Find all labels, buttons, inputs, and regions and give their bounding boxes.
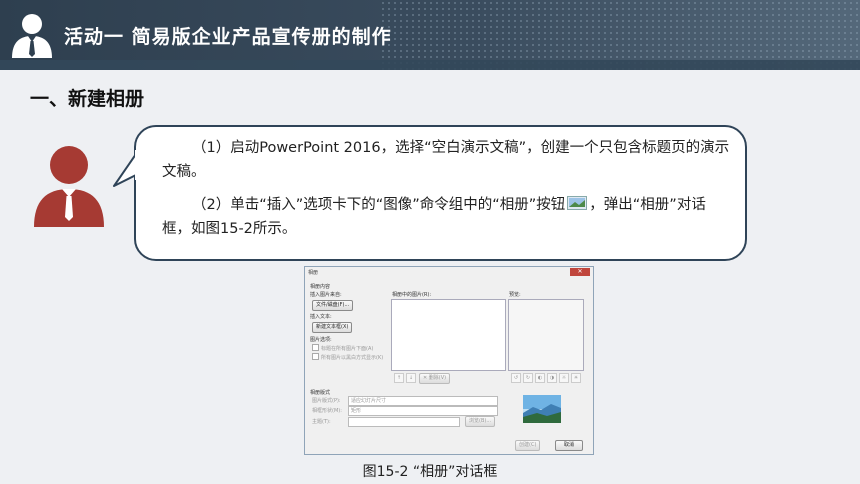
insert-from-label: 插入图片来自:: [310, 292, 342, 298]
file-disk-button[interactable]: 文件/磁盘(F)...: [312, 300, 354, 311]
caption-below-option[interactable]: 标题在所有图片下面(A): [312, 344, 373, 352]
rotate-left-icon[interactable]: ↺: [511, 373, 521, 383]
person-avatar-icon: [34, 146, 104, 227]
frame-shape-label: 相框形状(M):: [312, 408, 342, 414]
album-layout-label: 相册版式: [310, 390, 331, 396]
theme-input[interactable]: [348, 417, 460, 427]
new-textbox-button[interactable]: 新建文本框(X): [312, 322, 353, 333]
move-up-icon[interactable]: ↑: [394, 373, 404, 383]
dialog-close-button[interactable]: ✕: [570, 268, 590, 276]
brightness-less-icon[interactable]: ☀: [571, 373, 581, 383]
picture-options-label: 图片选项:: [310, 337, 332, 343]
dialog-title: 相册: [308, 270, 319, 276]
picture-layout-label: 图片版式(P):: [312, 398, 341, 404]
instruction-step-2: （2）单击“插入”选项卡下的“图像”命令组中的“相册”按钮 ，弹出“相册”对话框，…: [162, 193, 732, 241]
photo-album-icon: [567, 196, 588, 210]
figure-caption: 图15-2 “相册”对话框: [362, 464, 498, 480]
cancel-button[interactable]: 取消: [555, 440, 584, 451]
speech-bubble-tail: [113, 150, 141, 187]
contrast-icon[interactable]: ◐: [535, 373, 545, 383]
preview-label: 预览:: [509, 292, 521, 298]
frame-shape-select[interactable]: 矩形: [348, 406, 498, 416]
create-button[interactable]: 创建(C): [515, 440, 541, 451]
pictures-in-album-label: 相册中的图片(R):: [392, 292, 432, 298]
contrast-less-icon[interactable]: ◑: [547, 373, 557, 383]
move-down-icon[interactable]: ↓: [406, 373, 416, 383]
all-bw-option[interactable]: 所有图片以黑白方式显示(K): [312, 353, 383, 361]
instruction-step-2-part-a: （2）单击“插入”选项卡下的“图像”命令组中的“相册”按钮: [192, 197, 566, 213]
browse-button[interactable]: 浏览(B)...: [465, 416, 496, 427]
rotate-right-icon[interactable]: ↻: [523, 373, 533, 383]
album-content-label: 相册内容: [310, 284, 331, 290]
instruction-step-1: （1）启动PowerPoint 2016，选择“空白演示文稿”，创建一个只包含标…: [162, 140, 730, 180]
picture-layout-select[interactable]: 适应幻灯片尺寸: [348, 396, 498, 406]
preview-box: [508, 299, 584, 371]
checkbox-icon: [312, 353, 319, 360]
checkbox-icon: [312, 344, 319, 351]
layout-preview-image: [523, 395, 561, 423]
header-stripe: [0, 60, 860, 70]
header-title: 活动一 简易版企业产品宣传册的制作: [64, 26, 392, 48]
brightness-icon[interactable]: ☼: [559, 373, 569, 383]
section-title: 一、新建相册: [30, 88, 145, 110]
theme-label: 主题(T):: [312, 419, 331, 425]
pictures-list[interactable]: [391, 299, 506, 371]
insert-text-label: 插入文本:: [310, 314, 332, 320]
businessman-icon: [12, 14, 52, 58]
remove-button[interactable]: ✕ 删除(V): [419, 373, 451, 384]
header-bar: 活动一 简易版企业产品宣传册的制作: [0, 0, 860, 70]
